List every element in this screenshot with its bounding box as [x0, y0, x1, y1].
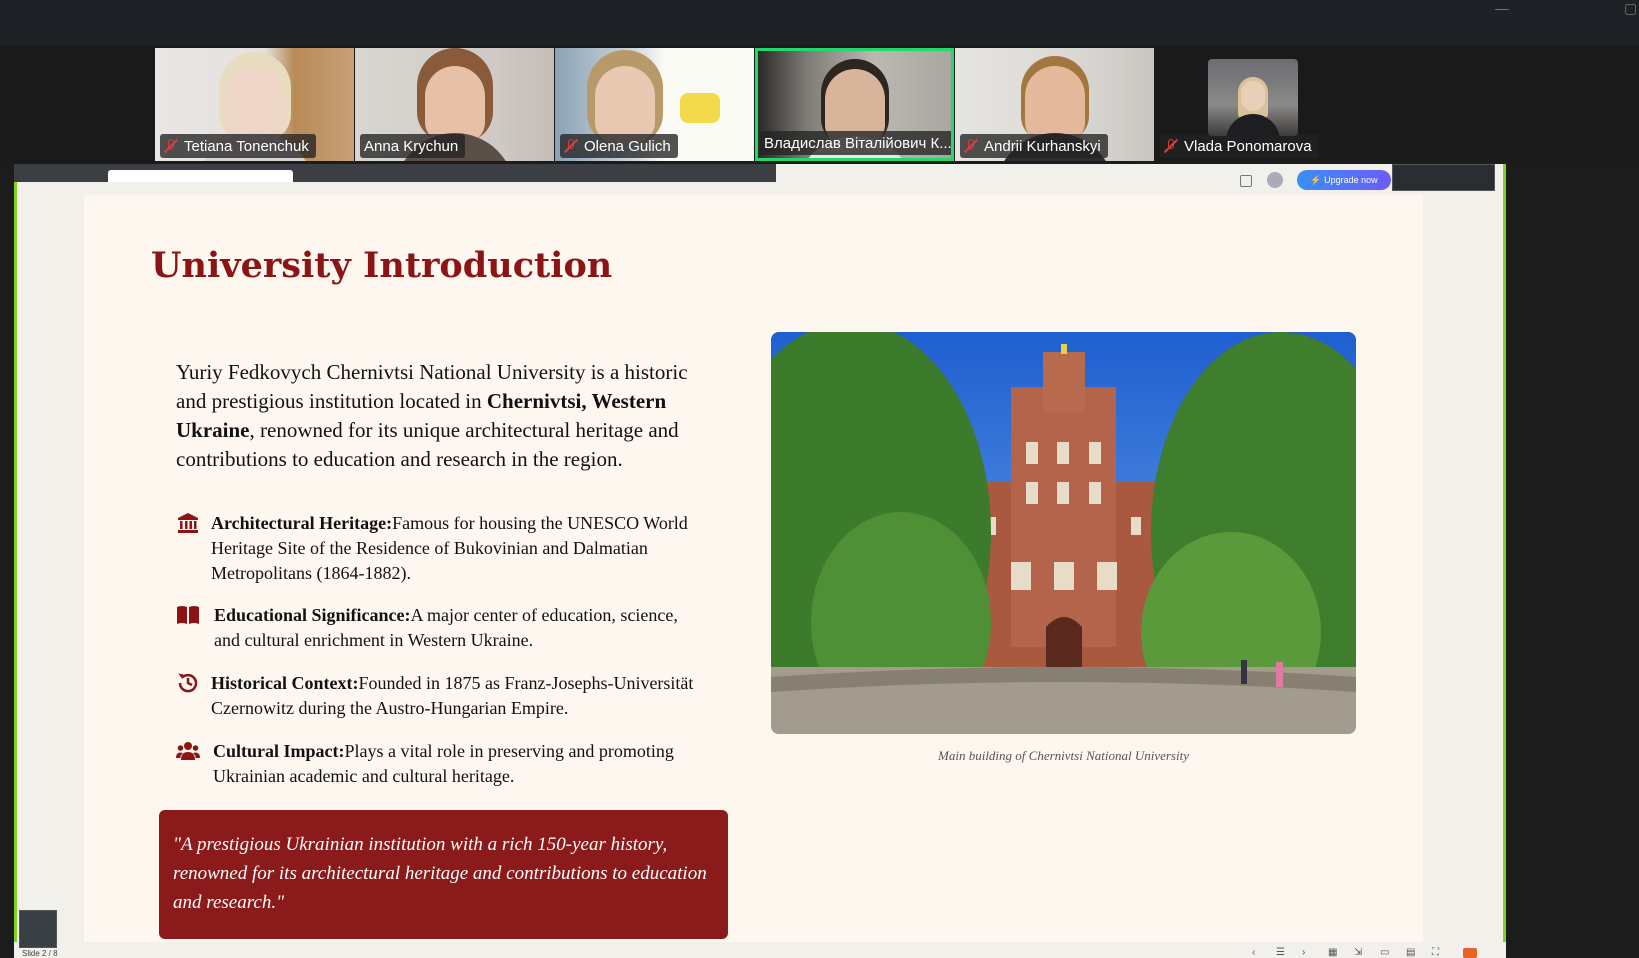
- next-slide-icon[interactable]: ›: [1302, 947, 1305, 958]
- slide-counter: Slide 2 / 8: [22, 949, 58, 958]
- intro-paragraph: Yuriy Fedkovych Chernivtsi National Univ…: [176, 360, 688, 471]
- bullet-architectural-heritage: Architectural Heritage:Famous for housin…: [176, 511, 696, 586]
- name-label: Tetiana Tonenchuk: [160, 134, 316, 158]
- name-label: Vlada Ponomarova: [1160, 134, 1319, 158]
- slide-title: University Introduction: [151, 245, 613, 286]
- participant-tile[interactable]: Andrii Kurhanskyi: [955, 48, 1154, 161]
- university-building-photo: [771, 332, 1356, 734]
- participant-tile[interactable]: Tetiana Tonenchuk: [155, 48, 354, 161]
- bullet-cultural-impact: Cultural Impact:Plays a vital role in pr…: [176, 739, 696, 789]
- book-open-icon: [177, 606, 199, 624]
- name-label: Andrii Kurhanskyi: [960, 134, 1108, 158]
- participant-tile-active-speaker[interactable]: Владислав Віталійович К...: [755, 48, 954, 161]
- name-label: Anna Krychun: [360, 134, 466, 158]
- layout-icon[interactable]: ▭: [1380, 947, 1389, 958]
- grid-view-icon[interactable]: ▦: [1328, 947, 1337, 958]
- user-avatar[interactable]: [1267, 172, 1283, 188]
- mic-muted-icon: [1164, 138, 1178, 154]
- maximize-button[interactable]: ▢: [1624, 0, 1637, 17]
- mic-muted-icon: [564, 138, 578, 154]
- browser-tab[interactable]: [108, 170, 293, 182]
- mic-muted-icon: [964, 138, 978, 154]
- name-label: Olena Gulich: [560, 134, 678, 158]
- presentation-slide: University Introduction Yuriy Fedkovych …: [84, 195, 1423, 942]
- window-icon[interactable]: [1240, 175, 1252, 187]
- slide-thumbnail[interactable]: [19, 910, 57, 948]
- minimize-button[interactable]: —: [1495, 0, 1509, 16]
- quote-box: "A prestigious Ukrainian institution wit…: [159, 810, 728, 939]
- quote-text: "A prestigious Ukrainian institution wit…: [173, 834, 707, 913]
- participant-video-thumbnail: [1208, 59, 1298, 136]
- participant-tile[interactable]: Anna Krychun: [355, 48, 554, 161]
- landmark-icon: [178, 513, 198, 533]
- upgrade-button[interactable]: ⚡ Upgrade now: [1297, 170, 1391, 190]
- thumbnails-icon[interactable]: ▤: [1406, 947, 1415, 958]
- fullscreen-icon[interactable]: ⛶: [1432, 947, 1439, 958]
- participant-face: [595, 66, 655, 144]
- bullet-educational-significance: Educational Significance:A major center …: [176, 603, 696, 653]
- participant-tile[interactable]: Olena Gulich: [555, 48, 754, 161]
- name-label: Владислав Віталійович К...: [760, 131, 951, 155]
- users-icon: [176, 742, 200, 760]
- building-illustration: [771, 332, 1356, 734]
- photo-caption: Main building of Chernivtsi National Uni…: [938, 748, 1189, 763]
- overlay-panel: [1392, 164, 1495, 191]
- mic-muted-icon: [164, 138, 178, 154]
- logo-badge-icon: [680, 93, 720, 123]
- meeting-top-bar: [0, 0, 1639, 46]
- list-icon[interactable]: ☰: [1276, 947, 1285, 958]
- presentation-toolbar: [776, 164, 1376, 190]
- present-button[interactable]: [1463, 948, 1477, 958]
- prev-slide-icon[interactable]: ‹: [1252, 947, 1255, 958]
- export-icon[interactable]: ⇲: [1354, 947, 1362, 958]
- bullet-historical-context: Historical Context:Founded in 1875 as Fr…: [176, 671, 696, 721]
- history-icon: [178, 673, 198, 693]
